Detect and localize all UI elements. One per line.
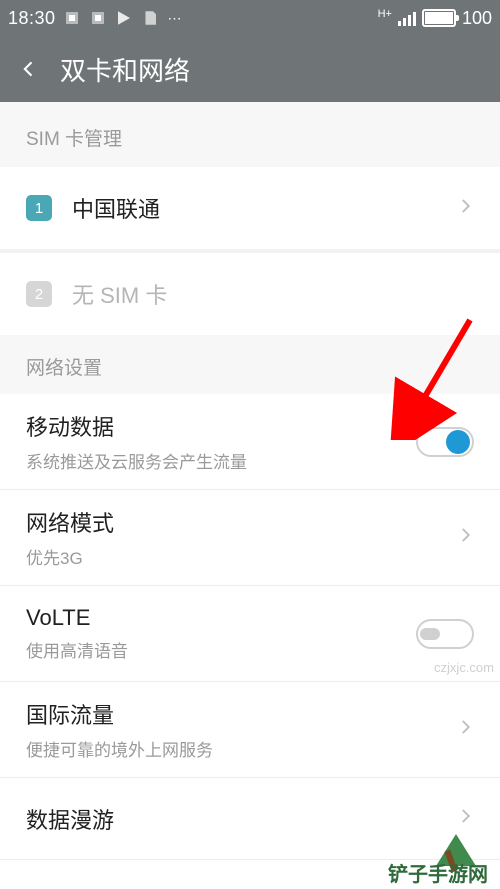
chevron-right-icon xyxy=(456,197,474,220)
sim-2-badge: 2 xyxy=(26,281,52,307)
network-mode-sub: 优先3G xyxy=(26,544,456,569)
international-data-row[interactable]: 国际流量 便捷可靠的境外上网服务 xyxy=(0,682,500,778)
sim-slot-1-row[interactable]: 1 中国联通 xyxy=(0,167,500,249)
sim-1-label: 中国联通 xyxy=(72,192,456,224)
section-sim-management: SIM 卡管理 xyxy=(0,102,500,167)
volte-toggle[interactable] xyxy=(416,619,474,649)
battery-icon xyxy=(422,9,456,27)
volte-sub: 使用高清语音 xyxy=(26,637,416,662)
volte-row[interactable]: VoLTE 使用高清语音 xyxy=(0,586,500,682)
sim-slot-2-row: 2 无 SIM 卡 xyxy=(0,253,500,335)
data-roaming-title: 数据漫游 xyxy=(26,803,456,835)
sim-1-badge: 1 xyxy=(26,195,52,221)
battery-percent: 100 xyxy=(462,8,492,29)
mobile-data-sub: 系统推送及云服务会产生流量 xyxy=(26,448,416,473)
section-network-settings: 网络设置 xyxy=(0,335,500,394)
app-icon-2 xyxy=(88,8,108,28)
back-button[interactable] xyxy=(14,54,44,84)
network-mode-row[interactable]: 网络模式 优先3G xyxy=(0,490,500,586)
status-bar: 18:30 ⋯ H+ 100 xyxy=(0,0,500,36)
chevron-left-icon xyxy=(19,59,39,79)
signal-icon xyxy=(398,10,416,26)
watermark-brand: 铲子手游网 xyxy=(388,858,488,887)
international-data-sub: 便捷可靠的境外上网服务 xyxy=(26,736,456,761)
international-data-title: 国际流量 xyxy=(26,698,456,730)
mobile-data-title: 移动数据 xyxy=(26,410,416,442)
network-mode-title: 网络模式 xyxy=(26,506,456,538)
sim-2-label: 无 SIM 卡 xyxy=(72,278,474,310)
chevron-right-icon xyxy=(456,718,474,741)
clock: 18:30 xyxy=(8,8,56,29)
data-roaming-row[interactable]: 数据漫游 xyxy=(0,778,500,860)
page-title: 双卡和网络 xyxy=(60,51,190,88)
net-type-icon: H+ xyxy=(378,8,392,20)
doc-icon xyxy=(140,8,160,28)
mobile-data-toggle[interactable] xyxy=(416,427,474,457)
watermark-url: czjxjc.com xyxy=(434,660,494,675)
mobile-data-row[interactable]: 移动数据 系统推送及云服务会产生流量 xyxy=(0,394,500,490)
app-icon-1 xyxy=(62,8,82,28)
more-icon: ⋯ xyxy=(166,8,186,28)
play-store-icon xyxy=(114,8,134,28)
header-bar: 双卡和网络 xyxy=(0,36,500,102)
chevron-right-icon xyxy=(456,526,474,549)
volte-title: VoLTE xyxy=(26,605,416,631)
